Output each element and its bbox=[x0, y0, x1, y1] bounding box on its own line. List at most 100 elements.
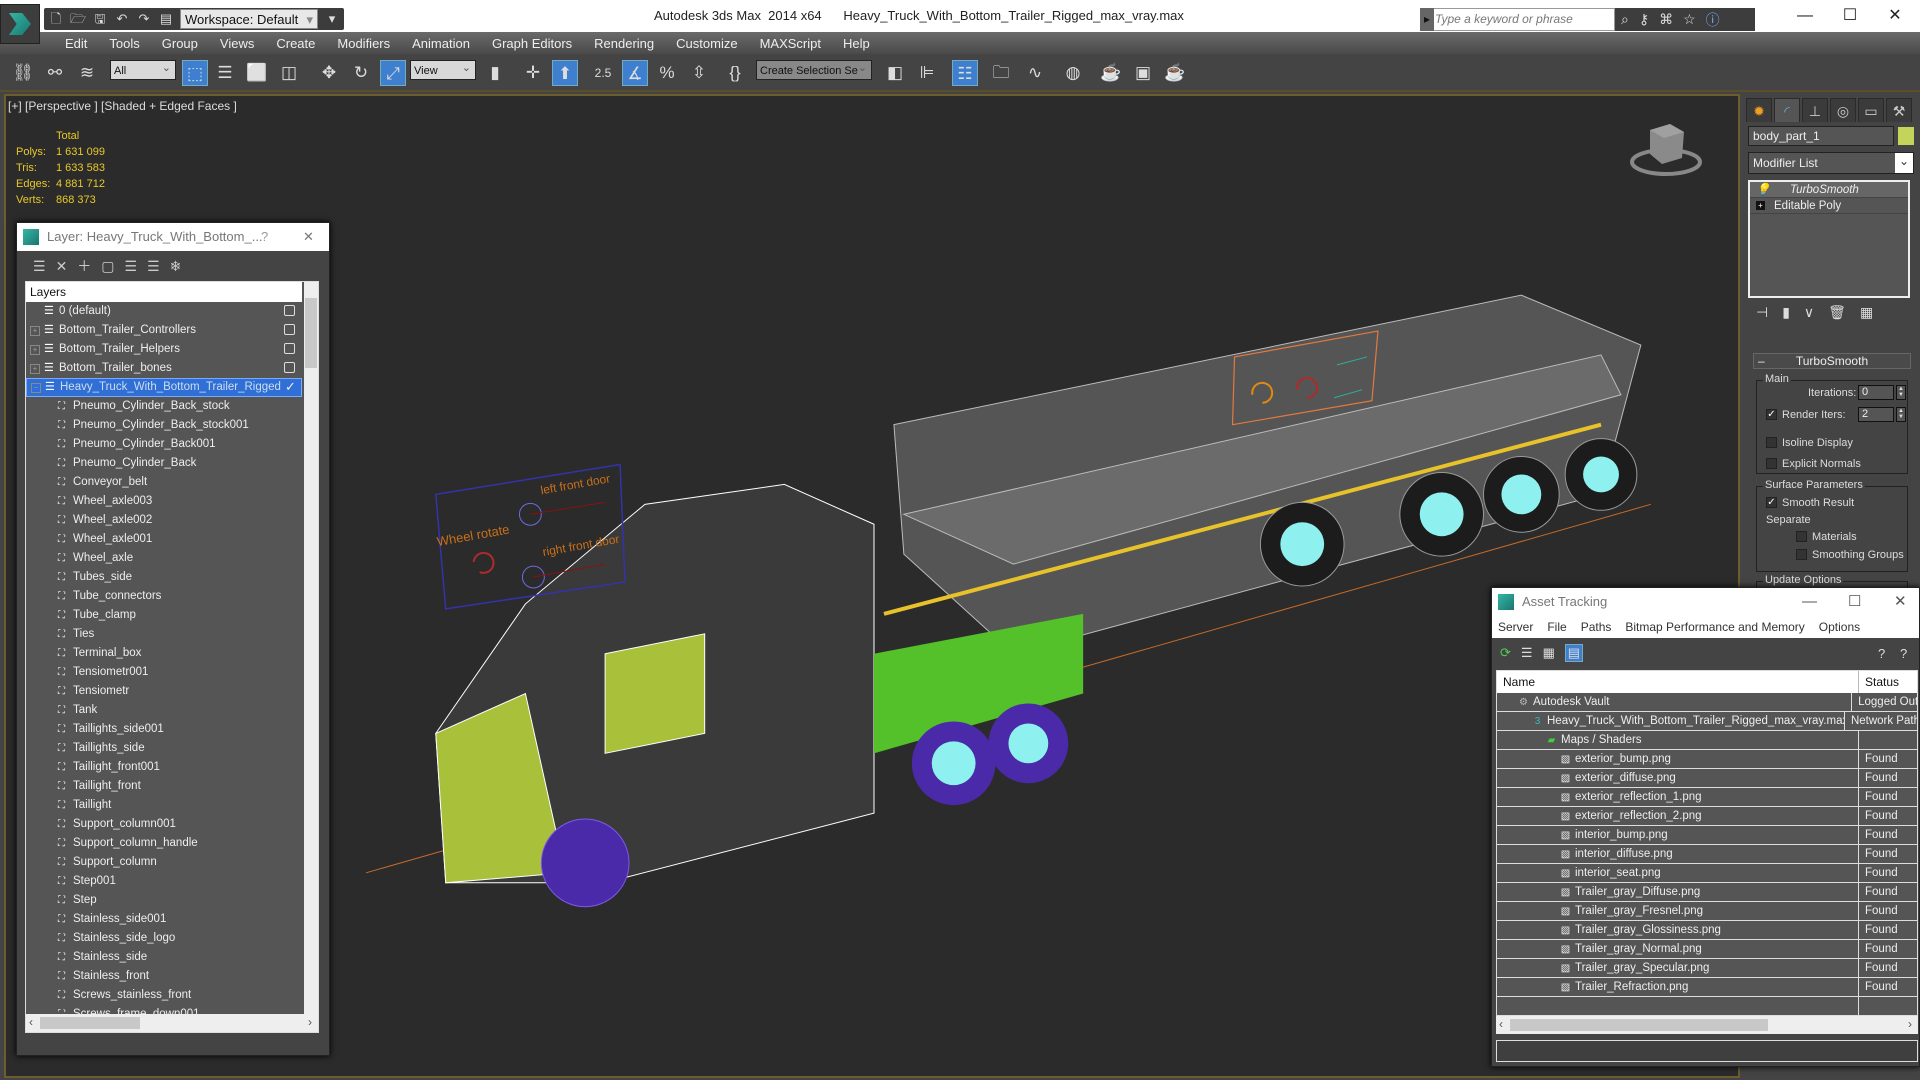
object-name-field[interactable]: body_part_1 bbox=[1748, 126, 1894, 146]
asset-row[interactable]: ▧ Trailer_gray_Diffuse.png Found bbox=[1497, 883, 1917, 902]
menu-animation[interactable]: Animation bbox=[401, 34, 481, 53]
curve-editor-icon[interactable]: ∿ bbox=[1022, 60, 1048, 86]
column-name[interactable]: Name bbox=[1497, 671, 1859, 693]
menu-maxscript[interactable]: MAXScript bbox=[749, 34, 832, 53]
menu-modifiers[interactable]: Modifiers bbox=[326, 34, 401, 53]
open-file-icon[interactable]: 🗁 bbox=[70, 11, 86, 27]
project-folder-icon[interactable]: ▤ bbox=[158, 11, 174, 27]
asset-row[interactable]: ▧ interior_seat.png Found bbox=[1497, 864, 1917, 883]
object-row[interactable]: ⛶ Tube_clamp bbox=[26, 606, 302, 625]
named-selection-dropdown[interactable]: Create Selection Se bbox=[756, 58, 872, 80]
asset-row[interactable]: ▧ exterior_diffuse.png Found bbox=[1497, 769, 1917, 788]
object-row[interactable]: ⛶ Step bbox=[26, 891, 302, 910]
scroll-thumb[interactable] bbox=[305, 298, 317, 368]
material-editor-icon[interactable]: ◍ bbox=[1060, 60, 1086, 86]
asset-row[interactable]: ▧ Trailer_Refraction.png Found bbox=[1497, 978, 1917, 997]
object-row[interactable]: ⛶ Stainless_front bbox=[26, 967, 302, 986]
asset-row[interactable]: ⚙ Autodesk Vault Logged Out bbox=[1497, 693, 1917, 712]
pin-stack-icon[interactable]: ⊣ bbox=[1756, 304, 1768, 321]
object-row[interactable]: ⛶ Taillights_side001 bbox=[26, 720, 302, 739]
menu-graph-editors[interactable]: Graph Editors bbox=[481, 34, 583, 53]
menu-rendering[interactable]: Rendering bbox=[583, 34, 665, 53]
object-row[interactable]: ⛶ Stainless_side bbox=[26, 948, 302, 967]
key-icon[interactable]: ⚷ bbox=[1639, 11, 1649, 28]
hide-all-layers-icon[interactable]: ☰ bbox=[147, 258, 160, 275]
new-file-icon[interactable]: 🗋 bbox=[48, 11, 64, 27]
menu-help[interactable]: Help bbox=[832, 34, 881, 53]
maximize-button[interactable]: ☐ bbox=[1848, 588, 1861, 616]
star-icon[interactable]: ☆ bbox=[1683, 11, 1696, 28]
object-row[interactable]: ⛶ Tensiometr bbox=[26, 682, 302, 701]
object-row[interactable]: ⛶ Wheel_axle001 bbox=[26, 530, 302, 549]
asset-row[interactable]: ▧ Trailer_gray_Glossiness.png Found bbox=[1497, 921, 1917, 940]
asset-window-titlebar[interactable]: Asset Tracking — ☐ ✕ bbox=[1492, 588, 1919, 616]
tree-view-icon[interactable]: ▦ bbox=[1543, 645, 1555, 661]
asset-row[interactable]: ▰ Maps / Shaders bbox=[1497, 731, 1917, 750]
close-button[interactable]: ✕ bbox=[1875, 4, 1915, 28]
menu-tools[interactable]: Tools bbox=[98, 34, 150, 53]
pivot-center-icon[interactable]: ▮ bbox=[482, 60, 508, 86]
select-objects-in-layer-icon[interactable]: ▢ bbox=[101, 258, 114, 275]
current-layer-toggle[interactable]: ✓ bbox=[285, 380, 296, 393]
menu-create[interactable]: Create bbox=[265, 34, 326, 53]
mirror-icon[interactable]: ◧ bbox=[882, 60, 908, 86]
stack-item-editable-poly[interactable]: + Editable Poly bbox=[1750, 198, 1908, 214]
modify-tab-icon[interactable]: ◜ bbox=[1774, 98, 1800, 122]
menu-customize[interactable]: Customize bbox=[665, 34, 748, 53]
asset-row[interactable]: 3 Heavy_Truck_With_Bottom_Trailer_Rigged_… bbox=[1497, 712, 1917, 731]
object-row[interactable]: ⛶ Pneumo_Cylinder_Back_stock001 bbox=[26, 416, 302, 435]
close-button[interactable]: ✕ bbox=[303, 223, 314, 251]
display-tab-icon[interactable]: ▭ bbox=[1858, 98, 1884, 122]
help-button[interactable]: ? bbox=[261, 223, 268, 251]
layer-row[interactable]: + ☰ Bottom_Trailer_bones bbox=[26, 359, 302, 378]
workspace-dropdown[interactable]: Workspace: Default bbox=[180, 9, 318, 30]
highlight-selected-layer-icon[interactable]: ☰ bbox=[125, 258, 138, 275]
align-icon[interactable]: ⊫ bbox=[914, 60, 940, 86]
object-row[interactable]: ⛶ Tubes_side bbox=[26, 568, 302, 587]
help-off-icon[interactable]: ? bbox=[1900, 646, 1907, 661]
menu-group[interactable]: Group bbox=[151, 34, 209, 53]
asset-row[interactable]: ▧ exterior_bump.png Found bbox=[1497, 750, 1917, 769]
object-row[interactable]: ⛶ Stainless_side_logo bbox=[26, 929, 302, 948]
layer-row[interactable]: + ☰ Bottom_Trailer_Helpers bbox=[26, 340, 302, 359]
viewport-label[interactable]: [+] [Perspective ] [Shaded + Edged Faces… bbox=[8, 99, 237, 113]
expand-icon[interactable]: + bbox=[30, 363, 40, 374]
layer-window-titlebar[interactable]: Layer: Heavy_Truck_With_Bottom_... ? ✕ bbox=[17, 223, 329, 251]
object-row[interactable]: ⛶ Wheel_axle002 bbox=[26, 511, 302, 530]
redo-icon[interactable]: ↷ bbox=[136, 11, 152, 27]
layer-vertical-scrollbar[interactable] bbox=[304, 282, 318, 1014]
move-icon[interactable]: ✥ bbox=[316, 60, 342, 86]
menu-views[interactable]: Views bbox=[209, 34, 265, 53]
expand-icon[interactable]: + bbox=[1756, 201, 1765, 210]
layer-row[interactable]: + ☰ Bottom_Trailer_Controllers bbox=[26, 321, 302, 340]
spinner-arrows[interactable]: ▲ ▼ bbox=[1896, 407, 1906, 422]
asset-row[interactable]: ▧ exterior_reflection_1.png Found bbox=[1497, 788, 1917, 807]
satellite-icon[interactable]: ⌘ bbox=[1659, 11, 1673, 28]
lightbulb-icon[interactable]: 💡 bbox=[1756, 182, 1770, 198]
asset-row[interactable]: ▧ Trailer_gray_Specular.png Found bbox=[1497, 959, 1917, 978]
object-row[interactable]: ⛶ Pneumo_Cylinder_Back001 bbox=[26, 435, 302, 454]
object-row[interactable]: ⛶ Taillights_side bbox=[26, 739, 302, 758]
select-object-icon[interactable]: ⬚ bbox=[182, 60, 208, 86]
help-icon[interactable]: ? bbox=[1878, 646, 1885, 661]
object-row[interactable]: ⛶ Support_column_handle bbox=[26, 834, 302, 853]
edit-named-selection-icon[interactable]: {} bbox=[722, 60, 748, 86]
help-icon[interactable]: ⓘ bbox=[1706, 10, 1720, 30]
object-row[interactable]: ⛶ Terminal_box bbox=[26, 644, 302, 663]
stack-item-turbosmooth[interactable]: 💡 TurboSmooth bbox=[1750, 182, 1908, 198]
percent-snap-icon[interactable]: % bbox=[654, 60, 680, 86]
unlink-icon[interactable]: ⚯ bbox=[42, 60, 68, 86]
render-production-icon[interactable]: ☕ bbox=[1162, 60, 1188, 86]
asset-horizontal-scrollbar[interactable]: ‹ › bbox=[1496, 1016, 1918, 1034]
render-iters-checkbox[interactable]: ✓ bbox=[1766, 409, 1777, 420]
select-by-name-icon[interactable]: ☰ bbox=[212, 60, 238, 86]
table-view-icon[interactable]: ▤ bbox=[1564, 644, 1583, 662]
column-status[interactable]: Status bbox=[1859, 671, 1899, 693]
reference-coordinate-dropdown[interactable]: View bbox=[410, 58, 476, 80]
asset-row[interactable]: ▧ interior_diffuse.png Found bbox=[1497, 845, 1917, 864]
delete-layer-icon[interactable]: ✕ bbox=[56, 258, 68, 275]
binoculars-icon[interactable]: ⌕ bbox=[1621, 11, 1629, 28]
menu-edit[interactable]: Edit bbox=[54, 34, 98, 53]
layer-horizontal-scrollbar[interactable]: ‹ › bbox=[26, 1014, 318, 1032]
object-row[interactable]: ⛶ Step001 bbox=[26, 872, 302, 891]
